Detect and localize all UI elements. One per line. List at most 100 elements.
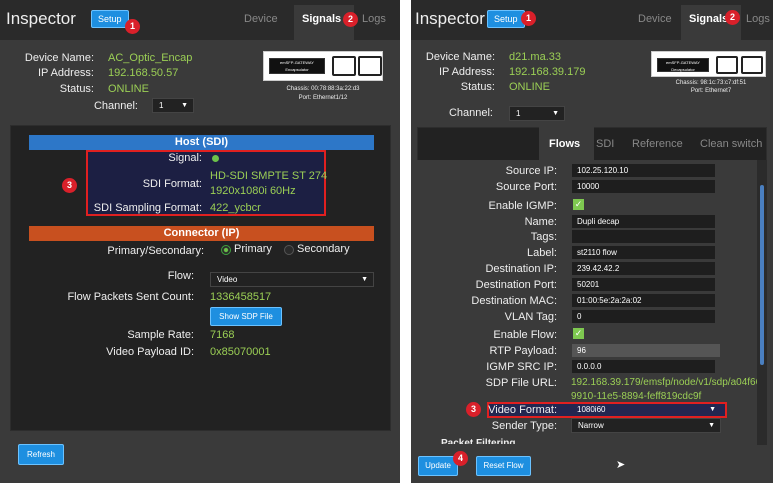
tags-label: Tags: [530,231,557,243]
destination-ip-input[interactable]: 239.42.42.2 [571,261,716,276]
subtab-clean-switch[interactable]: Clean switch [700,138,762,150]
left-inspector-panel: Inspector Setup 1 Device Signals 2 Logs … [0,0,400,483]
left-setup-button[interactable]: Setup [91,10,129,28]
destination-port-input[interactable]: 50201 [571,277,716,292]
sdi-format-value-2: 1920x1080i 60Hz [210,185,296,197]
right-status-label: Status: [460,81,495,93]
sample-rate-value: 7168 [210,329,235,341]
secondary-radio[interactable] [284,245,294,255]
sdi-sampling-label: SDI Sampling Format: [93,202,202,214]
source-port-input[interactable]: 10000 [571,179,716,194]
label-input[interactable]: st2110 flow [571,245,716,260]
right-chassis-text: Chassis: 98:1c:73:c7:df:51 [675,80,747,86]
right-device-image: emSFP-GATEWAY Decapsulator [651,51,766,77]
right-device-model: emSFP-GATEWAY [666,60,700,65]
video-payload-id-value: 0x85070001 [210,346,271,358]
flow-select[interactable]: Video ▼ [210,272,374,287]
sdp-file-url-value-1[interactable]: 192.168.39.179/emsfp/node/v1/sdp/a04f66a [571,377,761,388]
sender-type-select[interactable]: Narrow ▼ [571,418,721,433]
sdp-file-url-value-2[interactable]: 9910-11e5-8894-feff819cdc9f [571,391,701,402]
destination-ip-label: Destination IP: [485,263,557,275]
left-panel-title: Inspector [6,9,76,28]
video-payload-id-label: Video Payload ID: [106,346,194,358]
signal-label: Signal: [168,152,202,164]
label-label: Label: [527,247,557,259]
left-badge-3: 3 [62,178,77,193]
source-ip-label: Source IP: [505,165,557,177]
signal-status-dot [212,155,219,162]
right-tab-logs[interactable]: Logs [746,13,770,25]
tags-input[interactable] [571,229,716,244]
show-sdp-file-button[interactable]: Show SDP File [210,307,282,326]
source-ip-input[interactable]: 102.25.120.10 [571,163,716,178]
left-device-name-label: Device Name: [24,52,94,64]
sender-type-label: Sender Type: [491,420,557,432]
subtab-reference[interactable]: Reference [632,138,683,150]
sdp-file-url-label: SDP File URL: [485,377,557,389]
left-badge-1: 1 [125,19,140,34]
vlan-tag-label: VLAN Tag: [504,311,557,323]
right-port-text: Port: Ethernet7 [690,88,732,94]
subtab-sdi[interactable]: SDI [596,138,614,150]
right-badge-3: 3 [466,402,481,417]
primary-secondary-label: Primary/Secondary: [107,245,204,257]
right-inspector-panel: Inspector Setup 1 Device Signals 2 Logs … [411,0,773,483]
right-status-value: ONLINE [509,81,550,93]
sample-rate-label: Sample Rate: [127,329,194,341]
left-device-model: emSFP-GATEWAY [280,60,314,65]
enable-igmp-checkbox[interactable]: ✓ [573,199,584,210]
packet-filtering-heading: Packet Filtering [441,438,516,444]
connector-ip-header: Connector (IP) [29,226,374,241]
flow-scrollbar[interactable] [757,160,767,445]
update-button[interactable]: Update [418,456,458,476]
left-status-value: ONLINE [108,83,149,95]
refresh-button[interactable]: Refresh [18,444,64,465]
left-device-image: emSFP-GATEWAY Encapsulator [263,51,383,81]
flow-packets-label: Flow Packets Sent Count: [67,291,194,303]
left-badge-2: 2 [343,12,358,27]
name-input[interactable]: Dupli decap [571,214,716,229]
right-ip-label: IP Address: [438,66,495,78]
source-port-label: Source Port: [495,181,557,193]
flow-label: Flow: [167,270,194,282]
right-setup-button[interactable]: Setup [487,10,525,28]
right-badge-4: 4 [453,451,468,466]
enable-flow-label: Enable Flow: [493,329,557,341]
left-chassis-text: Chassis: 00:78:88:3a:22:d3 [286,86,360,92]
sdi-format-label: SDI Format: [142,178,202,190]
enable-flow-checkbox[interactable]: ✓ [573,328,584,339]
left-port-text: Port: Ethernet1/12 [298,95,348,101]
left-ip-value: 192.168.50.57 [108,67,179,79]
igmp-src-ip-input[interactable]: 0.0.0.0 [571,359,716,374]
igmp-src-ip-label: IGMP SRC IP: [486,361,557,373]
reset-flow-button[interactable]: Reset Flow [476,456,531,476]
destination-mac-input[interactable]: 01:00:5e:2a:2a:02 [571,293,716,308]
left-device-sub: Encapsulator [285,67,309,72]
subtab-flows[interactable]: Flows [549,138,580,150]
video-format-label: Video Format: [488,404,557,416]
left-status-label: Status: [59,83,94,95]
sdi-sampling-value: 422_ycbcr [210,202,261,214]
right-tab-device[interactable]: Device [638,13,672,25]
left-tab-device[interactable]: Device [244,13,278,25]
left-tab-signals[interactable]: Signals [302,13,341,25]
left-tab-logs[interactable]: Logs [362,13,386,25]
rtp-payload-input[interactable]: 96 [571,343,721,358]
primary-radio[interactable] [221,245,231,255]
right-channel-select[interactable]: 1 ▼ [509,106,565,121]
vlan-tag-input[interactable]: 0 [571,309,716,324]
right-panel-title: Inspector [415,9,485,28]
video-format-select[interactable]: 1080i60 ▼ [571,403,721,418]
host-sdi-header: Host (SDI) [29,135,374,150]
primary-radio-label: Primary [234,243,272,255]
left-channel-select[interactable]: 1 ▼ [152,98,194,113]
right-badge-1: 1 [521,11,536,26]
right-badge-2: 2 [725,10,740,25]
left-channel-label: Channel: [93,100,138,112]
right-device-sub: Decapsulator [671,67,695,72]
rtp-payload-label: RTP Payload: [489,345,557,357]
right-tab-signals[interactable]: Signals [689,13,728,25]
mouse-cursor-icon: ➤ [616,459,626,471]
destination-mac-label: Destination MAC: [471,295,557,307]
flow-scrollbar-thumb[interactable] [760,185,764,365]
